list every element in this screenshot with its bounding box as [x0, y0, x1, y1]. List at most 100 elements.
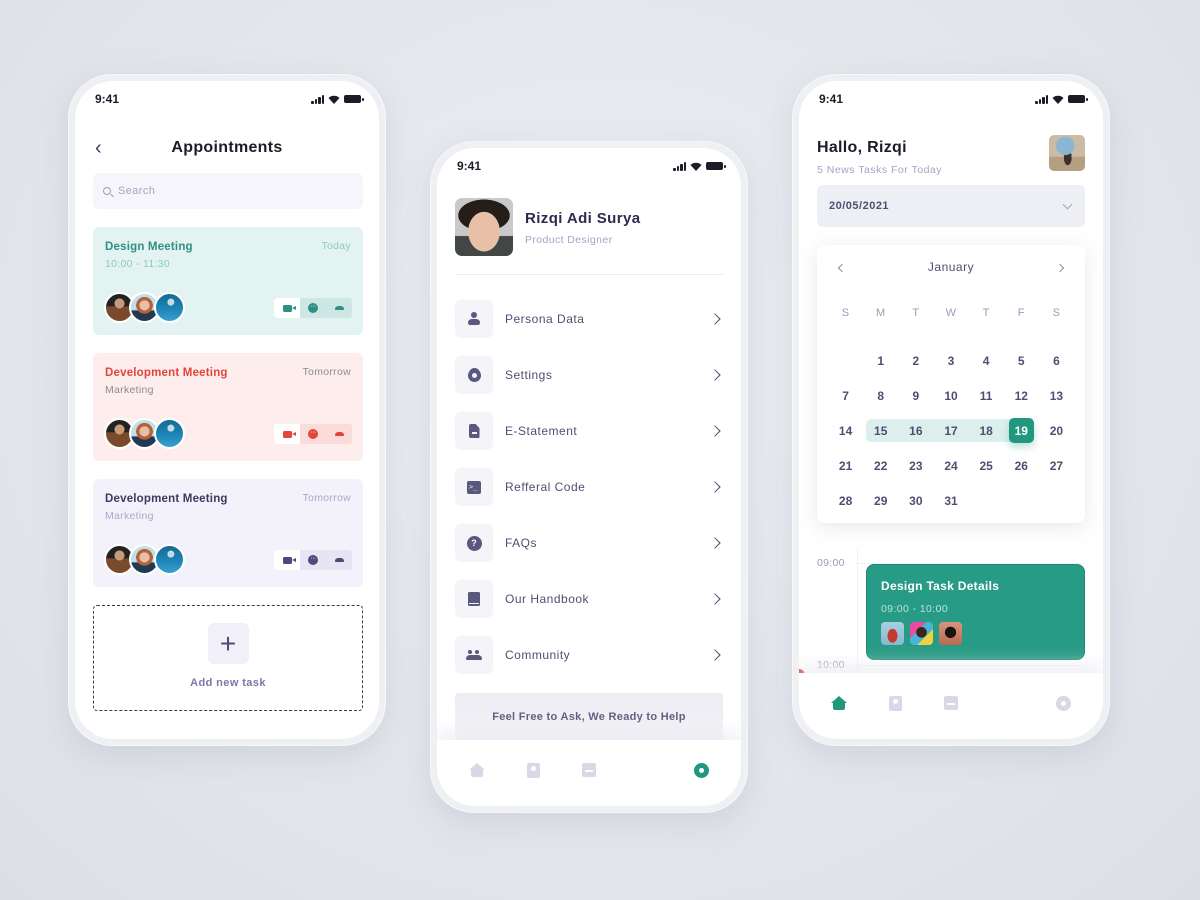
- book-icon: [468, 592, 480, 606]
- tab-messages[interactable]: ···: [992, 688, 1022, 718]
- video-icon: [282, 304, 296, 312]
- calendar-day[interactable]: 7: [828, 378, 863, 413]
- chat-button[interactable]: [300, 550, 326, 570]
- divider: [455, 274, 723, 275]
- calendar-day[interactable]: 20: [1039, 413, 1074, 448]
- date-dropdown[interactable]: 20/05/2021: [817, 185, 1085, 227]
- calendar-day[interactable]: 27: [1039, 448, 1074, 483]
- tab-calendar[interactable]: [936, 688, 966, 718]
- calendar-day-number: 31: [944, 493, 958, 508]
- calendar-day[interactable]: 22: [863, 448, 898, 483]
- user-avatar[interactable]: [1049, 135, 1085, 171]
- calendar-day[interactable]: 2: [898, 343, 933, 378]
- menu-item-label: Community: [505, 648, 571, 662]
- calendar-day-number: 21: [838, 458, 853, 473]
- call-actions: [274, 298, 352, 318]
- calendar-day[interactable]: 1: [863, 343, 898, 378]
- tab-home[interactable]: [462, 755, 492, 785]
- menu-item-label: Refferal Code: [505, 480, 586, 494]
- calendar-day[interactable]: 18: [968, 413, 1004, 448]
- calendar-day-number: 23: [909, 458, 923, 473]
- menu-item-e-statement[interactable]: E-Statement: [455, 403, 723, 459]
- tab-settings[interactable]: [1048, 688, 1078, 718]
- phone-icon: [334, 306, 344, 310]
- menu-item-faqs[interactable]: ? FAQs: [455, 515, 723, 571]
- profile-avatar[interactable]: [455, 198, 513, 256]
- tab-contacts[interactable]: [880, 688, 910, 718]
- date-value: 20/05/2021: [829, 200, 890, 212]
- calendar-day-number: 15: [874, 423, 888, 438]
- chat-button[interactable]: [300, 424, 326, 444]
- calendar-day-number: 19: [1014, 423, 1028, 438]
- menu-item-our-handbook[interactable]: Our Handbook: [455, 571, 723, 627]
- tab-home[interactable]: [824, 688, 854, 718]
- calendar-day[interactable]: 30: [898, 483, 933, 518]
- calendar-day[interactable]: 15: [863, 413, 899, 448]
- calendar-day-selected[interactable]: 19: [1003, 413, 1039, 448]
- calendar-empty-cell: [828, 343, 863, 378]
- phone-call-button[interactable]: [326, 298, 352, 318]
- calendar-day[interactable]: 4: [969, 343, 1004, 378]
- calendar-day[interactable]: 25: [969, 448, 1004, 483]
- video-call-button[interactable]: [274, 424, 300, 444]
- chevron-right-icon: [709, 537, 721, 549]
- calendar-day[interactable]: 14: [828, 413, 863, 448]
- profile-phone: 9:41 Rizqi Adi Surya Product Designer Pe…: [430, 141, 748, 813]
- task-title: Design Task Details: [881, 579, 1000, 593]
- calendar-day-number: 27: [1049, 458, 1064, 473]
- page-title: Appointments: [171, 139, 283, 156]
- calendar-day[interactable]: 28: [828, 483, 863, 518]
- menu-item-referral-code[interactable]: >_ Refferal Code: [455, 459, 723, 515]
- phone-call-button[interactable]: [326, 424, 352, 444]
- appointment-card[interactable]: Development Meeting Tomorrow Marketing: [93, 479, 363, 587]
- menu-item-persona-data[interactable]: Persona Data: [455, 291, 723, 347]
- chat-button[interactable]: [300, 298, 326, 318]
- help-icon: ?: [466, 535, 482, 551]
- tab-contacts[interactable]: [518, 755, 548, 785]
- tab-settings[interactable]: [686, 755, 716, 785]
- calendar-day[interactable]: 23: [898, 448, 933, 483]
- calendar-day[interactable]: 6: [1039, 343, 1074, 378]
- tab-calendar[interactable]: [574, 755, 604, 785]
- calendar-day[interactable]: 3: [933, 343, 968, 378]
- chat-icon: [308, 303, 318, 313]
- calendar-day-number: 1: [877, 353, 885, 368]
- weekday-label: W: [945, 307, 957, 319]
- help-banner-button[interactable]: Feel Free to Ask, We Ready to Help: [455, 693, 723, 745]
- calendar-day[interactable]: 29: [863, 483, 898, 518]
- add-task-button[interactable]: + Add new task: [93, 605, 363, 711]
- menu-item-settings[interactable]: Settings: [455, 347, 723, 403]
- calendar-day[interactable]: 5: [1004, 343, 1039, 378]
- gear-icon: [1055, 695, 1071, 711]
- calendar-day[interactable]: 11: [969, 378, 1004, 413]
- calendar-day[interactable]: 9: [898, 378, 933, 413]
- calendar-day[interactable]: 8: [863, 378, 898, 413]
- terminal-icon: >_: [467, 480, 481, 494]
- video-call-button[interactable]: [274, 298, 300, 318]
- calendar-day[interactable]: 17: [933, 413, 969, 448]
- phone-call-button[interactable]: [326, 550, 352, 570]
- calendar-day-number: 4: [982, 353, 990, 368]
- timeline-axis: [857, 549, 858, 679]
- calendar-day[interactable]: 12: [1004, 378, 1039, 413]
- attendee-avatars: [104, 292, 185, 323]
- profile-screen: 9:41 Rizqi Adi Surya Product Designer Pe…: [437, 148, 741, 806]
- task-card[interactable]: Design Task Details 09:00 - 10:00: [866, 564, 1085, 660]
- calendar-day[interactable]: 16: [898, 413, 934, 448]
- profile-role: Product Designer: [525, 234, 613, 246]
- calendar-day[interactable]: 21: [828, 448, 863, 483]
- home-screen: 9:41 Hallo, Rizqi 5 News Tasks For Today…: [799, 81, 1103, 739]
- search-input[interactable]: [118, 185, 338, 197]
- menu-item-community[interactable]: Community: [455, 627, 723, 683]
- calendar-day[interactable]: 24: [933, 448, 968, 483]
- calendar-day[interactable]: 13: [1039, 378, 1074, 413]
- search-bar[interactable]: [93, 173, 363, 209]
- video-call-button[interactable]: [274, 550, 300, 570]
- calendar-day[interactable]: 10: [933, 378, 968, 413]
- calendar-day[interactable]: 26: [1004, 448, 1039, 483]
- appointment-card[interactable]: Design Meeting Today 10:00 - 11:30: [93, 227, 363, 335]
- chat-icon: [308, 429, 318, 439]
- appointment-card[interactable]: Development Meeting Tomorrow Marketing: [93, 353, 363, 461]
- tab-messages[interactable]: ···: [630, 755, 660, 785]
- calendar-day[interactable]: 31: [933, 483, 968, 518]
